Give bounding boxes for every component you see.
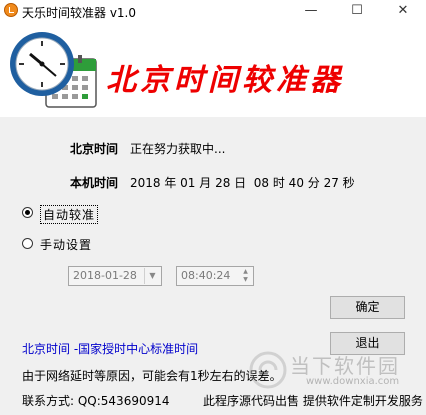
contact-info: 联系方式: QQ:543690914 bbox=[22, 394, 170, 408]
date-value: 2018-01-28 bbox=[73, 269, 137, 282]
radio-dot[interactable] bbox=[22, 207, 33, 218]
beijing-time-value: 正在努力获取中... bbox=[130, 142, 226, 156]
auto-calibrate-label: 自动较准 bbox=[40, 205, 99, 224]
source-code-notice: 此程序源代码出售 提供软件定制开发服务 bbox=[203, 394, 423, 408]
title-bar: 天乐时间较准器 v1.0 — ☐ ✕ bbox=[0, 0, 426, 22]
minimize-button[interactable]: — bbox=[288, 0, 334, 22]
close-button[interactable]: ✕ bbox=[380, 0, 426, 22]
header-banner: 北京时间较准器 bbox=[0, 22, 426, 117]
manual-set-label: 手动设置 bbox=[40, 238, 93, 252]
spin-arrows-icon[interactable]: ▲ ▼ bbox=[239, 268, 252, 284]
chevron-down-icon[interactable]: ▼ bbox=[144, 268, 160, 284]
local-time-label: 本机时间 bbox=[70, 176, 119, 190]
date-picker[interactable]: 2018-01-28 ▼ bbox=[68, 266, 162, 286]
watermark-url: www.downxia.com bbox=[306, 376, 400, 387]
time-spinner[interactable]: 08:40:24 ▲ ▼ bbox=[176, 266, 254, 286]
header-title: 北京时间较准器 bbox=[106, 63, 344, 98]
clock-calendar-icon bbox=[10, 32, 97, 108]
time-source-link[interactable]: 北京时间 -国家授时中心标准时间 bbox=[22, 340, 198, 357]
window-title: 天乐时间较准器 v1.0 bbox=[22, 6, 137, 20]
beijing-time-label: 北京时间 bbox=[70, 142, 119, 156]
local-time-value: 2018 年 01 月 28 日 08 时 40 分 27 秒 bbox=[130, 176, 355, 190]
confirm-button[interactable]: 确定 bbox=[330, 296, 405, 319]
app-window: 天乐时间较准器 v1.0 — ☐ ✕ 北京时间较准器 北京时间 正在努力获取中.… bbox=[0, 0, 426, 415]
app-clock-icon bbox=[4, 3, 18, 17]
exit-button[interactable]: 退出 bbox=[330, 332, 405, 355]
radio-dot[interactable] bbox=[22, 238, 33, 249]
maximize-button[interactable]: ☐ bbox=[334, 0, 380, 22]
time-value: 08:40:24 bbox=[181, 269, 231, 282]
delay-note: 由于网络延时等原因，可能会有1秒左右的误差。 bbox=[22, 369, 282, 383]
